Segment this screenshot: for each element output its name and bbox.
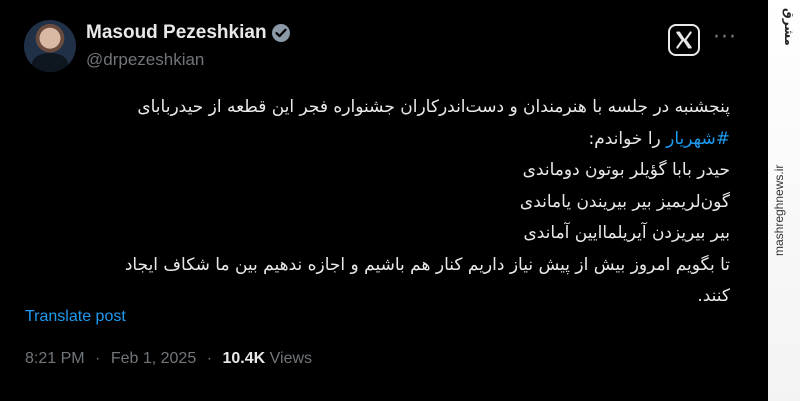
tweet-line-3: حیدر بابا گؤیلر بوتون دوماندی — [522, 160, 730, 180]
watermark-logo: مشرق — [782, 8, 796, 46]
watermark-url: mashreghnews.ir — [772, 164, 786, 256]
post-date[interactable]: Feb 1, 2025 — [111, 350, 196, 367]
tweet-meta: 8:21 PM · Feb 1, 2025 · 10.4K Views — [25, 349, 312, 369]
translate-post-link[interactable]: Translate post — [25, 307, 126, 327]
separator: · — [95, 350, 101, 367]
verified-badge-icon[interactable] — [272, 24, 290, 42]
tweet-line-2-text: را خواندم: — [588, 128, 661, 149]
more-options-icon[interactable]: ··· — [713, 26, 737, 50]
tweet-line-2: #شهریار را خواندم: — [10, 124, 731, 156]
tweet-line-4: گون‌لریمیز بیر بیریندن یاماندی — [519, 191, 730, 212]
tweet-line-1: پنجشنبه در جلسه با هنرمندان و دست‌اندرکا… — [137, 97, 730, 117]
views-count: 10.4K — [222, 350, 266, 367]
avatar[interactable] — [24, 20, 76, 72]
separator: · — [206, 350, 213, 367]
post-time[interactable]: 8:21 PM — [25, 350, 85, 367]
tweet-line-5: بیر بیریزدن آیریلماایین آماندی — [523, 223, 730, 243]
tweet-line-6: تا بگویم امروز بیش از پیش نیاز داریم کنا… — [124, 254, 730, 275]
author-handle[interactable]: @drpezeshkian — [86, 48, 204, 72]
views-label: Views — [269, 350, 313, 367]
tweet-text: پنجشنبه در جلسه با هنرمندان و دست‌اندرکا… — [10, 92, 730, 313]
author-name[interactable]: Masoud Pezeshkian — [86, 21, 267, 45]
tweet-card: Masoud Pezeshkian @drpezeshkian ··· پنجش… — [0, 0, 768, 401]
hashtag-link[interactable]: #شهریار — [666, 129, 730, 149]
x-logo-icon[interactable] — [668, 24, 700, 56]
